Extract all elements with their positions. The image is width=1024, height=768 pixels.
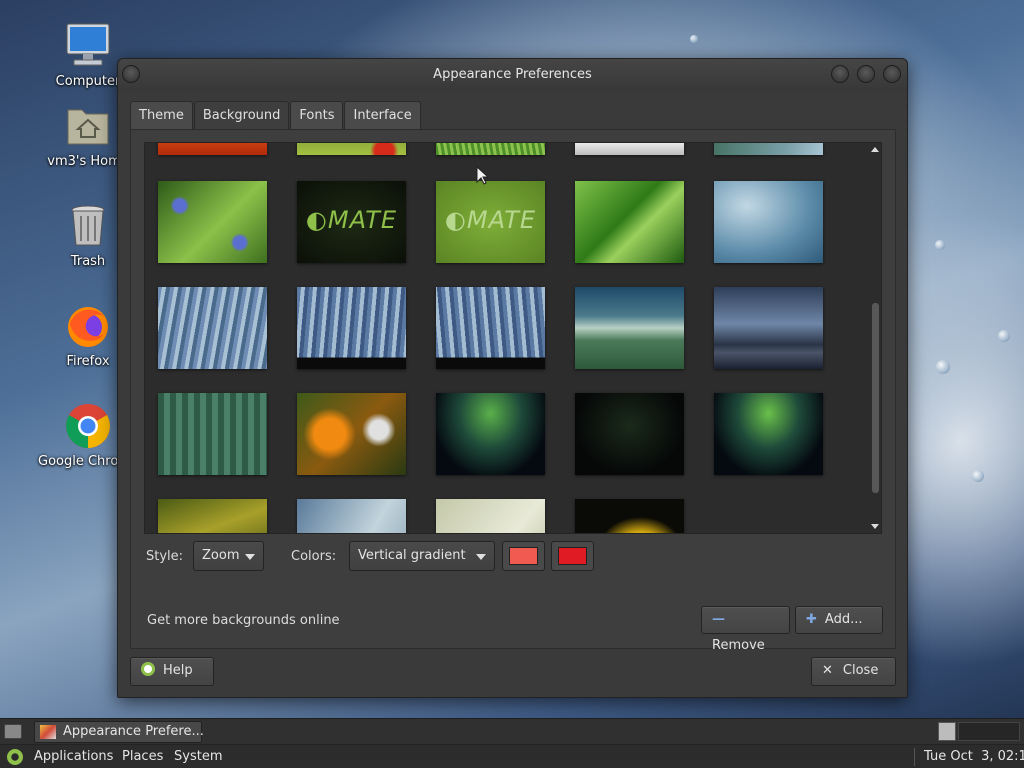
background-tab-panel: ◐MATE ◐MATE Style: Zoom Colors: Vertical… <box>130 129 896 653</box>
style-combobox[interactable]: Zoom <box>193 541 264 571</box>
places-menu[interactable]: Places <box>122 749 163 764</box>
mouse-cursor-icon <box>476 166 488 185</box>
wallpaper-thumbnail[interactable] <box>575 143 684 155</box>
wallpaper-thumbnail[interactable] <box>436 499 545 533</box>
taskbar-window-button[interactable]: Appearance Prefere... <box>34 721 204 743</box>
primary-color-swatch <box>509 547 538 565</box>
wallpaper-thumbnail[interactable] <box>158 143 267 155</box>
window-titlebar[interactable]: Appearance Preferences <box>118 59 907 91</box>
trash-icon <box>64 202 112 250</box>
get-more-backgrounds-link[interactable]: Get more backgrounds online <box>147 613 340 628</box>
wallpaper-droplet <box>935 240 945 250</box>
clock[interactable]: Tue Oct 3, 02:15 <box>924 749 1024 764</box>
desktop-icon-label: Computer <box>55 74 121 89</box>
applications-menu[interactable]: Applications <box>34 749 113 764</box>
wallpaper-thumbnail[interactable] <box>436 143 545 155</box>
chevron-down-icon <box>476 554 486 560</box>
colors-combobox[interactable]: Vertical gradient <box>349 541 495 571</box>
desktop-icon-label: Trash <box>70 254 106 269</box>
window-title: Appearance Preferences <box>433 67 592 82</box>
minus-icon: — <box>712 612 725 627</box>
secondary-color-swatch <box>558 547 587 565</box>
desktop-icon-label: Firefox <box>66 354 110 369</box>
style-value: Zoom <box>202 548 240 563</box>
style-label: Style: <box>146 549 184 564</box>
colors-value: Vertical gradient <box>358 548 466 563</box>
tab-bar: Theme Background Fonts Interface <box>130 101 422 129</box>
home-folder-icon <box>64 102 112 150</box>
bottom-window-list-panel: Appearance Prefere... <box>0 718 1024 744</box>
firefox-icon <box>64 302 112 350</box>
colors-label: Colors: <box>291 549 337 564</box>
scroll-down-icon[interactable] <box>871 524 879 529</box>
wallpaper-thumbnail[interactable] <box>714 393 823 475</box>
minimize-button[interactable] <box>831 65 849 83</box>
wallpaper-thumbnail[interactable] <box>436 287 545 369</box>
plus-icon: ✚ <box>806 612 817 627</box>
wallpaper-thumbnail[interactable] <box>158 393 267 475</box>
close-icon: ✕ <box>822 663 833 678</box>
appearance-preferences-window: Appearance Preferences Theme Background … <box>117 58 908 698</box>
tab-interface[interactable]: Interface <box>344 101 421 129</box>
maximize-button[interactable] <box>857 65 875 83</box>
show-desktop-icon[interactable] <box>4 724 22 739</box>
workspace-switcher[interactable] <box>938 722 956 741</box>
computer-icon <box>64 22 112 70</box>
appearance-app-icon <box>40 725 56 739</box>
primary-color-button[interactable] <box>502 541 545 571</box>
mate-logo-text: ◐MATE <box>305 206 398 234</box>
remove-button[interactable]: —Remove <box>701 606 790 653</box>
wallpaper-thumbnail[interactable] <box>575 287 684 369</box>
wallpaper-thumbnail[interactable] <box>158 181 267 263</box>
wallpaper-droplet <box>690 35 698 43</box>
wallpaper-thumbnail-mate-dark[interactable]: ◐MATE <box>297 181 406 263</box>
chrome-icon <box>64 402 112 450</box>
wallpaper-thumbnail[interactable] <box>575 181 684 263</box>
wallpaper-gallery[interactable]: ◐MATE ◐MATE <box>144 142 882 534</box>
wallpaper-thumbnail[interactable] <box>297 393 406 475</box>
wallpaper-thumbnail[interactable] <box>158 287 267 369</box>
wallpaper-thumbnail[interactable] <box>714 143 823 155</box>
scrollbar-thumb[interactable] <box>872 303 879 493</box>
wallpaper-thumbnail-mate-green[interactable]: ◐MATE <box>436 181 545 263</box>
scroll-up-icon[interactable] <box>871 147 879 152</box>
secondary-color-button[interactable] <box>551 541 594 571</box>
wallpaper-droplet <box>972 470 984 482</box>
tab-background[interactable]: Background <box>193 101 290 129</box>
wallpaper-thumbnail[interactable] <box>297 499 406 533</box>
wallpaper-thumbnail[interactable] <box>436 393 545 475</box>
mate-menu-icon[interactable] <box>7 749 23 765</box>
system-menu[interactable]: System <box>174 749 222 764</box>
wallpaper-thumbnail[interactable] <box>158 499 267 533</box>
wallpaper-thumbnail[interactable] <box>297 143 406 155</box>
close-window-button[interactable] <box>883 65 901 83</box>
tab-theme[interactable]: Theme <box>130 101 193 129</box>
help-button[interactable]: Help <box>130 657 214 686</box>
help-icon <box>141 662 155 676</box>
gallery-scrollbar[interactable] <box>869 143 881 533</box>
wallpaper-droplet <box>936 360 950 374</box>
chevron-down-icon <box>245 554 255 560</box>
wallpaper-thumbnail[interactable] <box>297 287 406 369</box>
workspace-switcher[interactable] <box>958 722 1020 741</box>
wallpaper-droplet <box>998 330 1010 342</box>
add-button[interactable]: ✚ Add... <box>795 606 883 634</box>
tab-fonts[interactable]: Fonts <box>290 101 344 129</box>
wallpaper-thumbnail[interactable] <box>714 181 823 263</box>
wallpaper-thumbnail[interactable] <box>575 393 684 475</box>
wallpaper-thumbnail[interactable] <box>714 287 823 369</box>
bottom-menu-panel: Applications Places System Tue Oct 3, 02… <box>0 744 1024 768</box>
panel-separator <box>914 748 915 766</box>
close-button[interactable]: ✕ Close <box>811 657 896 686</box>
wallpaper-thumbnail[interactable] <box>575 499 684 533</box>
mate-logo-text: ◐MATE <box>444 206 537 234</box>
